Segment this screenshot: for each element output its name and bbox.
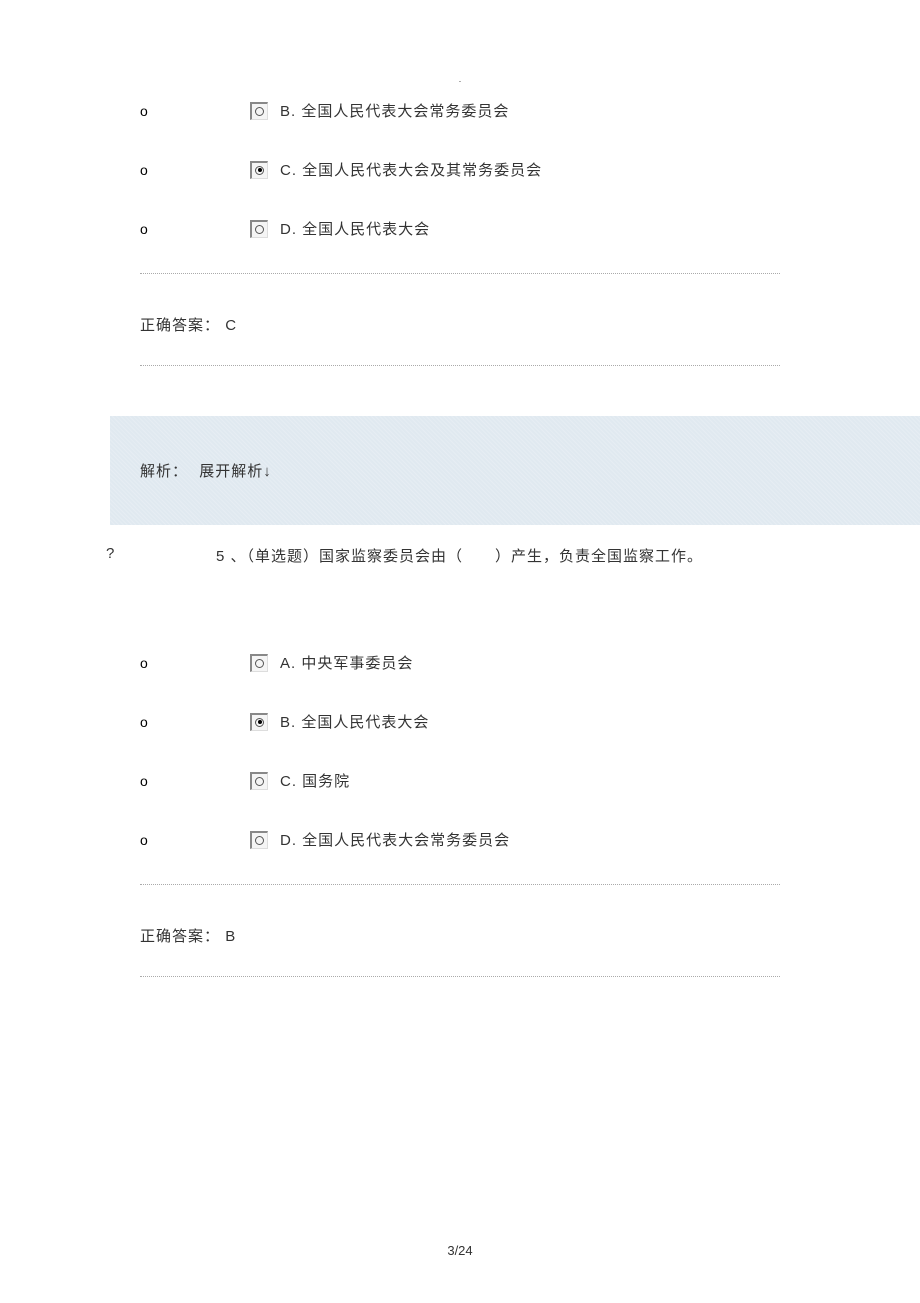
expand-explain-link[interactable]: 展开解析↓ (199, 463, 272, 480)
q5-question: ? 5 、（单选题）国家监察委员会由（ ）产生，负责全国监察工作。 (106, 545, 780, 566)
radio-button-d[interactable] (250, 220, 268, 238)
option-text: C. 国务院 (280, 770, 350, 791)
q4-option-c: o C. 全国人民代表大会及其常务委员会 (140, 159, 780, 180)
list-bullet: o (140, 162, 250, 178)
radio-selected-dot-icon (258, 168, 262, 172)
radio-circle-icon (255, 718, 264, 727)
radio-button-c[interactable] (250, 772, 268, 790)
explanation-panel: 解析： 展开解析↓ (110, 416, 920, 525)
list-bullet: o (140, 655, 250, 671)
list-bullet: o (140, 832, 250, 848)
answer-value: B (225, 928, 236, 945)
q4-option-b: o B. 全国人民代表大会常务委员会 (140, 100, 780, 121)
radio-button-a[interactable] (250, 654, 268, 672)
page-top-dot: . (459, 75, 461, 84)
radio-circle-icon (255, 107, 264, 116)
list-bullet: o (140, 714, 250, 730)
radio-circle-icon (255, 836, 264, 845)
divider (140, 273, 780, 274)
radio-circle-icon (255, 659, 264, 668)
option-text: B. 全国人民代表大会 (280, 711, 429, 732)
list-bullet: o (140, 773, 250, 789)
radio-button-d[interactable] (250, 831, 268, 849)
option-text: C. 全国人民代表大会及其常务委员会 (280, 159, 542, 180)
option-text: A. 中央军事委员会 (280, 652, 413, 673)
q5-option-c: o C. 国务院 (140, 770, 780, 791)
option-text: B. 全国人民代表大会常务委员会 (280, 100, 509, 121)
question-stem: 5 、（单选题）国家监察委员会由（ ）产生，负责全国监察工作。 (216, 545, 703, 566)
page-number: 3/24 (447, 1243, 472, 1258)
answer-label: 正确答案： (140, 928, 220, 945)
divider (140, 976, 780, 977)
divider (140, 884, 780, 885)
q4-answer: 正确答案： C (140, 314, 780, 335)
explain-label: 解析： (140, 463, 188, 480)
q5-option-b: o B. 全国人民代表大会 (140, 711, 780, 732)
radio-circle-icon (255, 225, 264, 234)
q5-answer: 正确答案： B (140, 925, 780, 946)
q4-option-d: o D. 全国人民代表大会 (140, 218, 780, 239)
list-bullet: o (140, 221, 250, 237)
radio-button-c[interactable] (250, 161, 268, 179)
radio-button-b[interactable] (250, 102, 268, 120)
option-text: D. 全国人民代表大会常务委员会 (280, 829, 510, 850)
radio-button-b[interactable] (250, 713, 268, 731)
radio-circle-icon (255, 166, 264, 175)
answer-value: C (225, 317, 237, 334)
radio-selected-dot-icon (258, 720, 262, 724)
answer-label: 正确答案： (140, 317, 220, 334)
question-marker: ? (106, 545, 216, 566)
list-bullet: o (140, 103, 250, 119)
q5-option-d: o D. 全国人民代表大会常务委员会 (140, 829, 780, 850)
radio-circle-icon (255, 777, 264, 786)
q5-option-a: o A. 中央军事委员会 (140, 652, 780, 673)
option-text: D. 全国人民代表大会 (280, 218, 430, 239)
